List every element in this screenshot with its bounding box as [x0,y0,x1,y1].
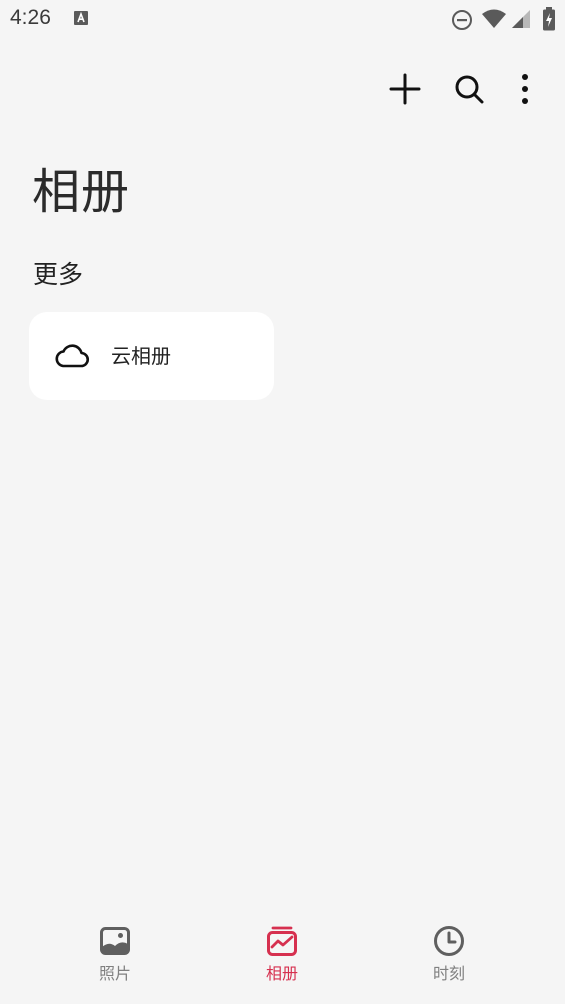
nav-tab-photos[interactable]: 照片 [55,915,175,995]
nav-label-moments: 时刻 [432,964,465,983]
clock-icon [434,926,464,956]
page-title: 相册 [32,164,131,220]
search-icon [455,75,484,104]
cloud-album-card[interactable]: 云相册 [29,312,274,400]
more-vertical-icon [522,74,528,104]
nav-tab-moments[interactable]: 时刻 [389,915,509,995]
status-time: 4:26 [10,6,51,29]
cloud-album-label: 云相册 [111,344,171,368]
bottom-navigation: 照片 相册 时刻 [0,915,565,1004]
albums-icon [267,926,297,956]
do-not-disturb-icon [452,10,472,30]
section-label-more: 更多 [33,260,84,289]
nav-label-photos: 照片 [98,964,131,983]
cloud-icon [55,344,90,368]
search-button[interactable] [446,66,492,112]
photos-icon [100,927,130,955]
add-button[interactable] [382,66,428,112]
nav-label-albums: 相册 [265,964,298,983]
battery-charging-icon [543,7,555,31]
signal-icon [512,10,530,28]
status-bar: 4:26 [0,0,565,40]
nav-tab-albums[interactable]: 相册 [222,915,342,995]
more-options-button[interactable] [502,66,548,112]
a-notification-icon [74,11,88,25]
add-icon [389,73,421,105]
wifi-icon [482,9,506,28]
